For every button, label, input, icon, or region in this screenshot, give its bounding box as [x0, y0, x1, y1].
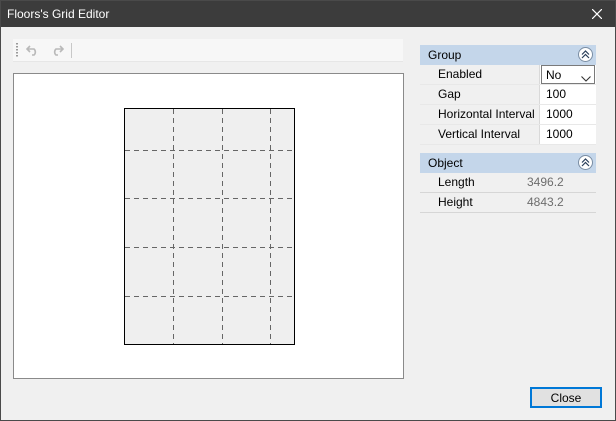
grid-drawing — [124, 108, 295, 345]
object-section-header[interactable]: Object — [420, 153, 596, 173]
object-section-label: Object — [428, 156, 463, 170]
horizontal-interval-field[interactable]: 1000 — [546, 105, 573, 124]
property-name: Enabled — [420, 65, 540, 84]
grid-canvas[interactable] — [13, 73, 404, 379]
property-name: Length — [420, 173, 540, 192]
property-row-horizontal-interval: Horizontal Interval 1000 — [420, 105, 596, 125]
property-row-length: Length 3496.2 — [420, 173, 596, 193]
group-section-label: Group — [428, 48, 462, 62]
property-row-gap: Gap 100 — [420, 85, 596, 105]
property-row-enabled: Enabled No — [420, 65, 596, 85]
enabled-value: No — [546, 68, 562, 82]
property-row-vertical-interval: Vertical Interval 1000 — [420, 125, 596, 145]
property-name: Horizontal Interval — [420, 105, 540, 124]
height-value: 4843.2 — [527, 195, 564, 209]
property-row-height: Height 4843.2 — [420, 193, 596, 213]
property-name: Height — [420, 193, 540, 212]
redo-icon[interactable] — [49, 42, 65, 58]
title-bar[interactable]: Floors's Grid Editor — [1, 1, 615, 27]
enabled-dropdown[interactable]: No — [541, 65, 595, 84]
toolbar-separator — [71, 43, 72, 58]
property-name: Gap — [420, 85, 540, 104]
collapse-chevron-icon[interactable] — [578, 47, 593, 62]
close-window-icon[interactable] — [579, 1, 615, 27]
group-section-header[interactable]: Group — [420, 45, 596, 65]
property-grid: Group Enabled No Gap 100 Horizontal Inte… — [420, 45, 596, 213]
grid-editor-window: Floors's Grid Editor Group Enabled No Ga… — [0, 0, 616, 421]
chevron-down-icon — [581, 71, 591, 85]
toolbar-grip[interactable] — [16, 43, 18, 57]
floor-outline — [124, 108, 295, 345]
collapse-chevron-icon[interactable] — [578, 155, 593, 170]
window-title: Floors's Grid Editor — [7, 7, 110, 21]
length-value: 3496.2 — [527, 175, 564, 189]
close-button-label: Close — [550, 390, 582, 405]
property-name: Vertical Interval — [420, 125, 540, 144]
toolbar — [13, 39, 403, 62]
undo-icon[interactable] — [25, 42, 41, 58]
gap-field[interactable]: 100 — [546, 85, 566, 104]
vertical-interval-field[interactable]: 1000 — [546, 125, 573, 144]
close-button[interactable]: Close — [530, 387, 602, 408]
